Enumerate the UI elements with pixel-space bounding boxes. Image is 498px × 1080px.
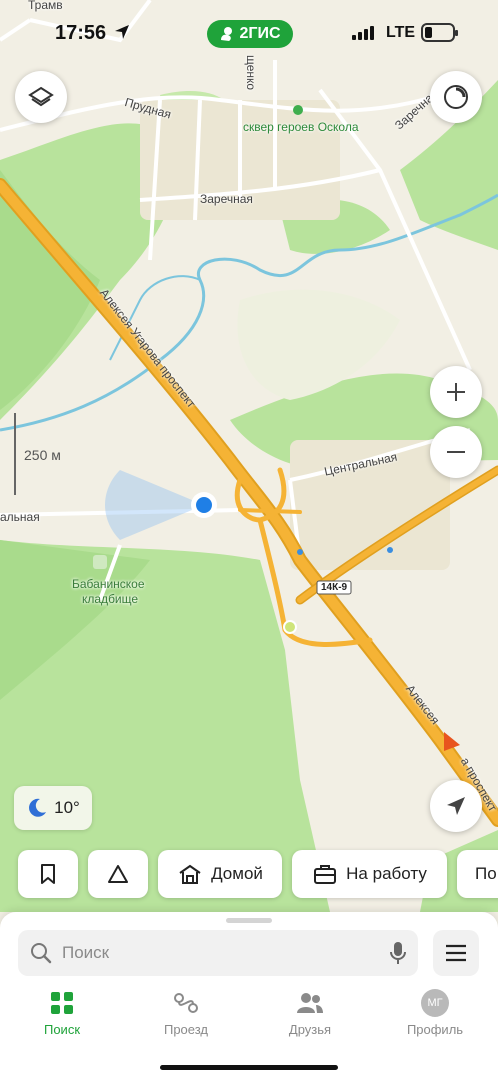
brand-badge[interactable]: 2ГИС [207, 20, 293, 48]
tab-profile[interactable]: МГ Профиль [390, 989, 480, 1037]
tab-friends-label: Друзья [288, 1022, 332, 1037]
quick-actions-bar: Домой На работу По [0, 850, 498, 898]
battery-icon [421, 23, 458, 42]
tab-route-label: Проезд [163, 1022, 208, 1037]
bottom-sheet: Поиск Проезд Друзья МГ Профиль [0, 912, 498, 1080]
road-number-label: 14К-9 [321, 582, 348, 593]
status-bar: 17:56 2ГИС LTE [0, 0, 498, 70]
brand-duck-icon [221, 27, 233, 41]
home-indicator [160, 1065, 338, 1070]
weather-widget[interactable]: 10° [14, 786, 92, 830]
navigator-chip[interactable] [88, 850, 148, 898]
bookmark-icon [41, 864, 55, 884]
bookmarks-chip[interactable] [18, 850, 78, 898]
briefcase-icon [314, 865, 337, 884]
navigation-arrow-icon [447, 797, 465, 815]
park-label[interactable]: сквер героев Оскола [243, 120, 359, 134]
triangle-icon [108, 865, 128, 883]
home-icon [179, 864, 201, 884]
location-arrow-icon [115, 25, 129, 39]
cemetery-label-1[interactable]: Бабанинское [72, 577, 145, 591]
compass-button[interactable] [430, 71, 482, 123]
street-label-alnaya: альная [0, 510, 40, 524]
work-chip[interactable]: На работу [292, 850, 447, 898]
status-time: 17:56 [55, 22, 107, 44]
more-chip-label: По [475, 864, 497, 883]
scale-bar [14, 413, 16, 495]
zoom-out-button[interactable] [430, 426, 482, 478]
layers-button[interactable] [15, 71, 67, 123]
minus-icon [447, 451, 465, 453]
cellular-signal-icon [352, 26, 374, 40]
weather-temperature: 10° [54, 798, 80, 817]
brand-label: 2ГИС [239, 25, 281, 42]
friends-icon [297, 993, 323, 1013]
home-chip[interactable]: Домой [158, 850, 282, 898]
moon-icon [29, 798, 47, 817]
tab-bar: Поиск Проезд Друзья МГ Профиль [0, 989, 498, 1050]
menu-button[interactable] [433, 930, 479, 976]
scale-label: 250 м [24, 447, 61, 463]
home-chip-label: Домой [211, 864, 263, 883]
tab-search-label: Поиск [43, 1022, 81, 1037]
cemetery-label-2[interactable]: кладбище [82, 592, 138, 606]
work-chip-label: На работу [346, 864, 427, 883]
search-icon [31, 943, 52, 964]
street-label-zarechnaya: Заречная [200, 192, 253, 206]
search-input[interactable] [62, 943, 362, 963]
zoom-in-button[interactable] [430, 366, 482, 418]
hamburger-icon [446, 944, 466, 962]
map-scale: 250 м [12, 413, 72, 495]
tab-friends[interactable]: Друзья [265, 990, 355, 1037]
grid-icon [51, 992, 73, 1014]
avatar: МГ [421, 989, 449, 1017]
layers-icon [28, 86, 54, 107]
search-bar[interactable] [18, 930, 418, 976]
microphone-icon[interactable] [390, 941, 406, 965]
compass-icon [444, 85, 468, 109]
more-chip[interactable]: По [457, 850, 498, 898]
my-location-button[interactable] [430, 780, 482, 832]
tab-search[interactable]: Поиск [17, 990, 107, 1037]
network-type: LTE [386, 24, 416, 41]
tab-route[interactable]: Проезд [141, 990, 231, 1037]
plus-icon [447, 383, 465, 401]
sheet-grabber[interactable] [226, 918, 272, 923]
route-icon [174, 993, 198, 1013]
tab-profile-label: Профиль [406, 1022, 464, 1037]
